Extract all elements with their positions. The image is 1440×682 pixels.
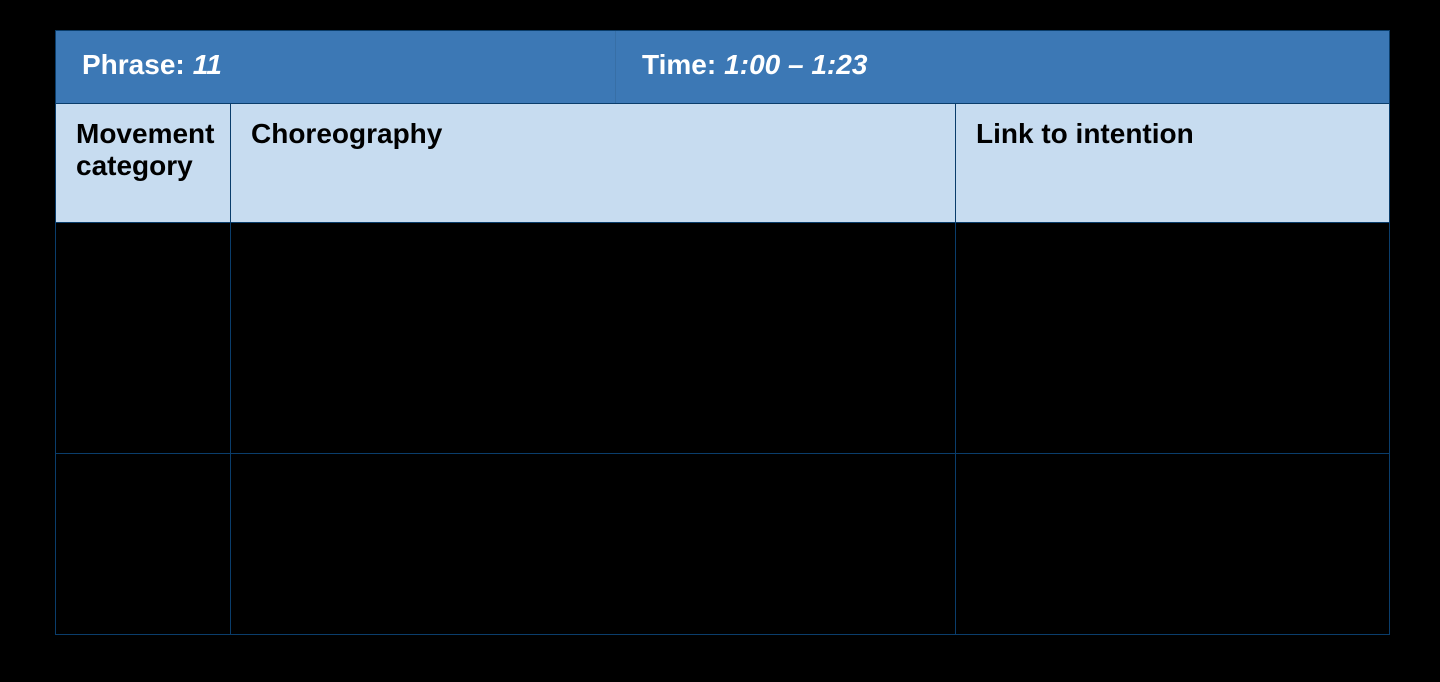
phrase-cell: Phrase: 11: [56, 31, 616, 103]
cell-choreography: [231, 223, 956, 453]
time-label: Time:: [642, 49, 716, 81]
cell-link-to-intention: [956, 454, 1389, 634]
time-cell: Time: 1:00 – 1:23: [616, 31, 1389, 103]
time-value: 1:00 – 1:23: [724, 49, 867, 81]
column-heading-link-to-intention: Link to intention: [956, 104, 1389, 222]
cell-movement-category: [56, 223, 231, 453]
table-row: [56, 453, 1389, 634]
cell-link-to-intention: [956, 223, 1389, 453]
cell-movement-category: [56, 454, 231, 634]
cell-choreography: [231, 454, 956, 634]
column-heading-row: Movement category Choreography Link to i…: [56, 103, 1389, 222]
column-heading-choreography: Choreography: [231, 104, 956, 222]
phrase-label: Phrase:: [82, 49, 185, 81]
phrase-value: 11: [193, 49, 222, 81]
column-heading-movement-category: Movement category: [56, 104, 231, 222]
table-header-row: Phrase: 11 Time: 1:00 – 1:23: [56, 31, 1389, 103]
dance-phrase-table: Phrase: 11 Time: 1:00 – 1:23 Movement ca…: [55, 30, 1390, 635]
table-row: [56, 222, 1389, 453]
